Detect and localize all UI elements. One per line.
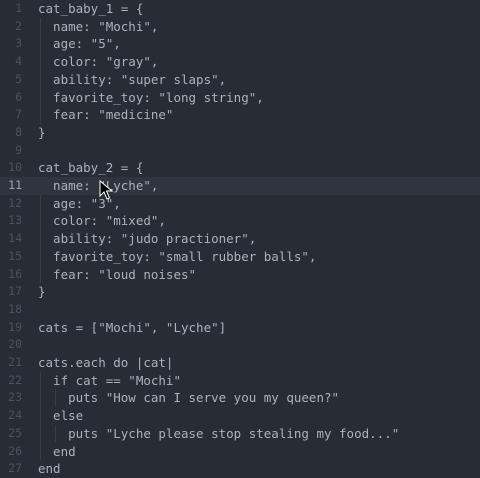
line-number: 10	[8, 160, 22, 175]
code-text[interactable]: cat_baby_2 = {	[38, 159, 143, 177]
code-line[interactable]: 1 cat_baby_1 = {	[0, 0, 480, 18]
line-number: 23	[8, 390, 22, 405]
line-number: 17	[8, 284, 22, 299]
code-text[interactable]: ability: "super slaps",	[38, 71, 226, 89]
code-text[interactable]: cats.each do |cat|	[38, 354, 173, 372]
line-number: 7	[15, 107, 22, 122]
code-line[interactable]: 13 color: "mixed",	[0, 212, 480, 230]
code-line[interactable]: 14 ability: "judo practioner",	[0, 230, 480, 248]
line-number: 2	[15, 18, 22, 33]
line-number: 3	[15, 36, 22, 51]
code-line[interactable]: 8}	[0, 124, 480, 142]
line-number: 16	[8, 266, 22, 281]
code-line[interactable]: 17}	[0, 283, 480, 301]
code-line[interactable]: 23 puts "How can I serve you my queen?"	[0, 389, 480, 407]
code-line[interactable]: 18	[0, 301, 480, 319]
code-text[interactable]: puts "How can I serve you my queen?"	[38, 389, 339, 407]
code-editor[interactable]: 27 end 26 end 25 puts "Lyche please stop st…	[0, 0, 480, 476]
code-text[interactable]: if cat == "Mochi"	[38, 372, 181, 390]
code-text[interactable]: end	[38, 443, 76, 461]
line-number: 18	[8, 301, 22, 316]
code-text[interactable]: ability: "judo practioner",	[38, 230, 256, 248]
code-line[interactable]: 12 age: "3",	[0, 195, 480, 213]
code-text[interactable]: }	[38, 124, 46, 142]
code-line[interactable]: 20	[0, 336, 480, 354]
line-number: 20	[8, 337, 22, 352]
code-text[interactable]: name: "Mochi",	[38, 18, 158, 36]
code-line[interactable]: 26 end	[0, 443, 480, 461]
code-text[interactable]: fear: "loud noises"	[38, 266, 196, 284]
line-number: 21	[8, 355, 22, 369]
code-line[interactable]: 2 name: "Mochi",	[0, 18, 480, 36]
code-text[interactable]: color: "mixed",	[38, 212, 166, 230]
code-line[interactable]: 27 end	[0, 460, 480, 478]
code-text[interactable]: favorite_toy: "long string",	[38, 89, 264, 107]
code-line[interactable]: 11 name: "Lyche",	[0, 177, 480, 195]
code-line[interactable]: 22 if cat == "Mochi"	[0, 372, 480, 390]
code-line[interactable]: 19 cats = ["Mochi", "Lyche"]	[0, 319, 480, 337]
code-text[interactable]: color: "gray",	[38, 53, 158, 71]
code-line[interactable]: 10 cat_baby_2 = {	[0, 159, 480, 177]
line-number: 19	[8, 319, 22, 334]
line-number: 5	[15, 71, 22, 86]
mouse-pointer-icon	[99, 180, 113, 200]
code-line[interactable]: 3 age: "5",	[0, 35, 480, 53]
code-text[interactable]: end	[38, 460, 61, 478]
code-text[interactable]: else	[38, 407, 83, 425]
line-number: 6	[15, 89, 22, 104]
code-text[interactable]: age: "5",	[38, 35, 121, 53]
line-number: 22	[8, 372, 22, 387]
code-text[interactable]: fear: "medicine"	[38, 106, 173, 124]
code-text[interactable]: cats = ["Mochi", "Lyche"]	[38, 319, 226, 337]
code-line[interactable]: 24 else	[0, 407, 480, 425]
code-line[interactable]: 15 favorite_toy: "small rubber balls",	[0, 248, 480, 266]
line-number: 27	[8, 461, 22, 476]
code-line[interactable]: 16 fear: "loud noises"	[0, 266, 480, 284]
line-number: 15	[8, 248, 22, 263]
code-text[interactable]: puts "Lyche please stop stealing my food…	[38, 425, 399, 443]
line-number: 1	[15, 1, 22, 15]
code-line[interactable]: 9	[0, 142, 480, 160]
line-number: 26	[8, 443, 22, 458]
line-number: 12	[8, 195, 22, 210]
line-number: 14	[8, 231, 22, 246]
code-line[interactable]: 4 color: "gray",	[0, 53, 480, 71]
code-line[interactable]: 7 fear: "medicine"	[0, 106, 480, 124]
line-number: 9	[15, 142, 22, 157]
code-line[interactable]: 5 ability: "super slaps",	[0, 71, 480, 89]
line-number: 13	[8, 213, 22, 228]
code-line[interactable]: 6 favorite_toy: "long string",	[0, 89, 480, 107]
line-number: 4	[15, 54, 22, 69]
code-text[interactable]: cat_baby_1 = {	[38, 0, 143, 18]
code-text[interactable]: }	[38, 283, 46, 301]
code-line[interactable]: 21 cats.each do |cat|	[0, 354, 480, 372]
line-number: 8	[15, 124, 22, 139]
line-number: 25	[8, 425, 22, 440]
line-number: 11	[8, 178, 22, 192]
line-number: 24	[8, 408, 22, 423]
code-line[interactable]: 25 puts "Lyche please stop stealing my f…	[0, 425, 480, 443]
code-text[interactable]: favorite_toy: "small rubber balls",	[38, 248, 316, 266]
